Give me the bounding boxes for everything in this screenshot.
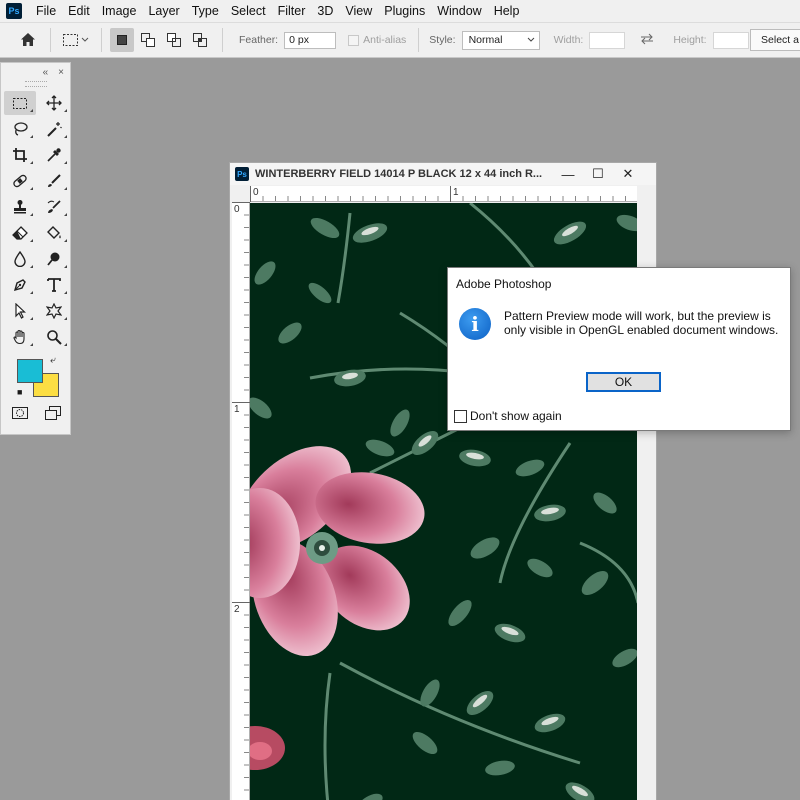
menu-layer[interactable]: Layer — [142, 0, 185, 22]
hand-icon[interactable] — [4, 325, 36, 349]
menu-window[interactable]: Window — [431, 0, 487, 22]
brush-icon[interactable] — [38, 169, 70, 193]
menu-type[interactable]: Type — [186, 0, 225, 22]
menu-select[interactable]: Select — [225, 0, 272, 22]
menu-help[interactable]: Help — [488, 0, 526, 22]
screen-mode-icon[interactable] — [44, 405, 62, 424]
default-colors-icon[interactable]: ■ — [17, 387, 22, 397]
magic-wand-icon[interactable] — [38, 117, 70, 141]
new-selection-icon[interactable] — [110, 28, 134, 52]
feather-label: Feather: — [239, 34, 279, 46]
document-window: Ps WINTERBERRY FIELD 14014 P BLACK 12 x … — [229, 162, 657, 800]
clone-stamp-icon[interactable] — [4, 195, 36, 219]
zoom-icon[interactable] — [38, 325, 70, 349]
divider — [50, 28, 51, 52]
tool-preset-picker[interactable] — [59, 27, 93, 53]
eyedropper-icon[interactable] — [38, 143, 70, 167]
antialias-label: Anti-alias — [363, 34, 407, 46]
tools-panel-header: « × — [1, 63, 70, 81]
width-label: Width: — [553, 34, 584, 46]
maximize-button[interactable]: ☐ — [583, 163, 613, 185]
intersect-selection-icon[interactable] — [188, 28, 212, 52]
antialias-checkbox[interactable] — [348, 34, 360, 46]
dont-show-again-label: Don't show again — [470, 409, 562, 423]
lasso-icon[interactable] — [4, 117, 36, 141]
foreground-color-swatch[interactable] — [17, 359, 43, 383]
blur-icon[interactable] — [4, 247, 36, 271]
menu-image[interactable]: Image — [96, 0, 143, 22]
paint-bucket-icon[interactable] — [38, 221, 70, 245]
menu-file[interactable]: File — [30, 0, 62, 22]
width-input[interactable] — [589, 31, 626, 49]
type-icon[interactable] — [38, 273, 70, 297]
ruler-label: 1 — [234, 404, 240, 415]
healing-brush-icon[interactable] — [4, 169, 36, 193]
home-icon[interactable] — [14, 26, 42, 54]
collapse-icon[interactable]: « — [43, 67, 49, 78]
menu-edit[interactable]: Edit — [62, 0, 96, 22]
height-label: Height: — [673, 34, 707, 46]
tools-panel: « × ⤶ ■ — [0, 62, 71, 435]
ruler-label: 2 — [234, 604, 240, 615]
options-bar: Feather: Anti-alias Style: Normal Width:… — [0, 22, 800, 58]
close-button[interactable]: ✕ — [613, 163, 643, 185]
add-to-selection-icon[interactable] — [136, 28, 160, 52]
menu-filter[interactable]: Filter — [272, 0, 312, 22]
document-titlebar[interactable]: Ps WINTERBERRY FIELD 14014 P BLACK 12 x … — [230, 163, 656, 185]
alert-dialog: Adobe Photoshop i Pattern Preview mode w… — [447, 267, 791, 431]
custom-shape-icon[interactable] — [38, 299, 70, 323]
photoshop-logo: Ps — [6, 3, 22, 19]
info-icon: i — [459, 308, 491, 340]
crop-icon[interactable] — [4, 143, 36, 167]
ruler-label: 0 — [253, 187, 259, 198]
chevron-down-icon — [527, 37, 534, 42]
menu-3d[interactable]: 3D — [311, 0, 339, 22]
divider — [418, 28, 420, 52]
style-select[interactable]: Normal — [461, 30, 540, 50]
menu-view[interactable]: View — [339, 0, 378, 22]
divider — [101, 28, 102, 52]
history-brush-icon[interactable] — [38, 195, 70, 219]
quick-mask-icon[interactable] — [11, 405, 29, 424]
select-and-mask-button[interactable]: Select a — [750, 29, 800, 51]
antialias-option: Anti-alias — [348, 34, 406, 46]
pen-icon[interactable] — [4, 273, 36, 297]
horizontal-ruler[interactable]: 0 1 — [250, 186, 638, 202]
color-swatches: ⤶ ■ — [1, 355, 70, 403]
ruler-label: 0 — [234, 204, 240, 215]
height-input[interactable] — [712, 31, 749, 49]
rectangular-marquee-icon[interactable] — [4, 91, 36, 115]
dont-show-again-checkbox[interactable] — [454, 409, 467, 423]
ruler-label: 1 — [453, 187, 459, 198]
document-ps-icon: Ps — [235, 167, 249, 181]
dont-show-again-option[interactable]: Don't show again — [454, 409, 562, 423]
divider — [222, 28, 223, 52]
eraser-icon[interactable] — [4, 221, 36, 245]
subtract-from-selection-icon[interactable] — [162, 28, 186, 52]
path-selection-icon[interactable] — [4, 299, 36, 323]
menu-plugins[interactable]: Plugins — [378, 0, 431, 22]
close-icon[interactable]: × — [58, 67, 64, 78]
feather-input[interactable] — [284, 31, 337, 49]
dialog-title: Adobe Photoshop — [456, 277, 552, 291]
move-icon[interactable] — [38, 91, 70, 115]
menu-bar: Ps File Edit Image Layer Type Select Fil… — [0, 0, 800, 22]
dialog-message: Pattern Preview mode will work, but the … — [504, 309, 779, 337]
document-title: WINTERBERRY FIELD 14014 P BLACK 12 x 44 … — [255, 168, 543, 180]
vertical-ruler[interactable]: 0 1 2 — [232, 202, 250, 800]
style-label: Style: — [429, 34, 456, 46]
swap-colors-icon[interactable]: ⤶ — [50, 355, 56, 366]
pink-flower — [250, 446, 425, 657]
swap-dimensions-icon[interactable] — [639, 33, 655, 48]
style-value: Normal — [468, 34, 503, 46]
minimize-button[interactable]: — — [553, 163, 583, 185]
ok-button[interactable]: OK — [586, 372, 661, 392]
dodge-icon[interactable] — [38, 247, 70, 271]
